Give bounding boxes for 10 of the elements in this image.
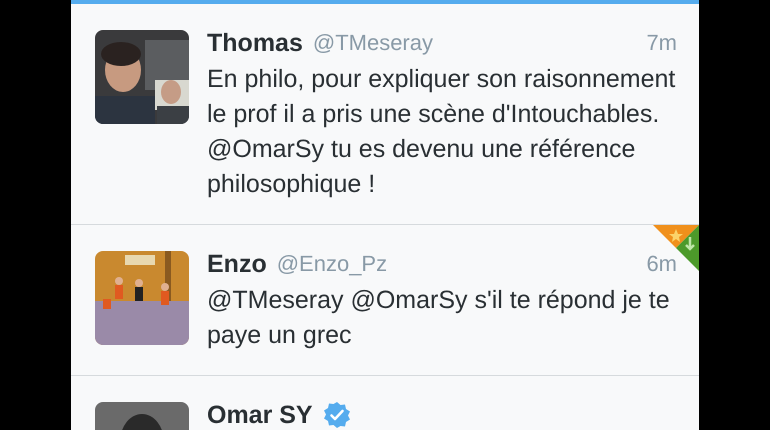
tweet-time: 6m: [646, 251, 677, 277]
tweet-text: En philo, pour expliquer son raisonnement le prof il a pris une scène d'Intouchables. @OmarSy tu es devenu une référence philosophique !: [207, 64, 676, 200]
tweet[interactable]: Omar SY: [71, 376, 699, 430]
tweet[interactable]: Thomas @TMeseray 7m En philo, pour expliquer son raisonnement le prof il a pris une scène d'Intouchables. @OmarSy tu es devenu une référence philosophique !: [71, 4, 699, 225]
tweet[interactable]: Enzo @Enzo_Pz 6m @TMeseray @OmarSy s'il te répond je te paye un grec: [71, 225, 699, 376]
user-name: Omar SY: [207, 400, 313, 430]
user-name: Thomas: [207, 28, 303, 58]
user-name: Enzo: [207, 250, 267, 278]
tweet-time: 7m: [646, 30, 677, 56]
tweet-text: @TMeseray @OmarSy s'il te répond je te paye un grec: [207, 285, 671, 351]
